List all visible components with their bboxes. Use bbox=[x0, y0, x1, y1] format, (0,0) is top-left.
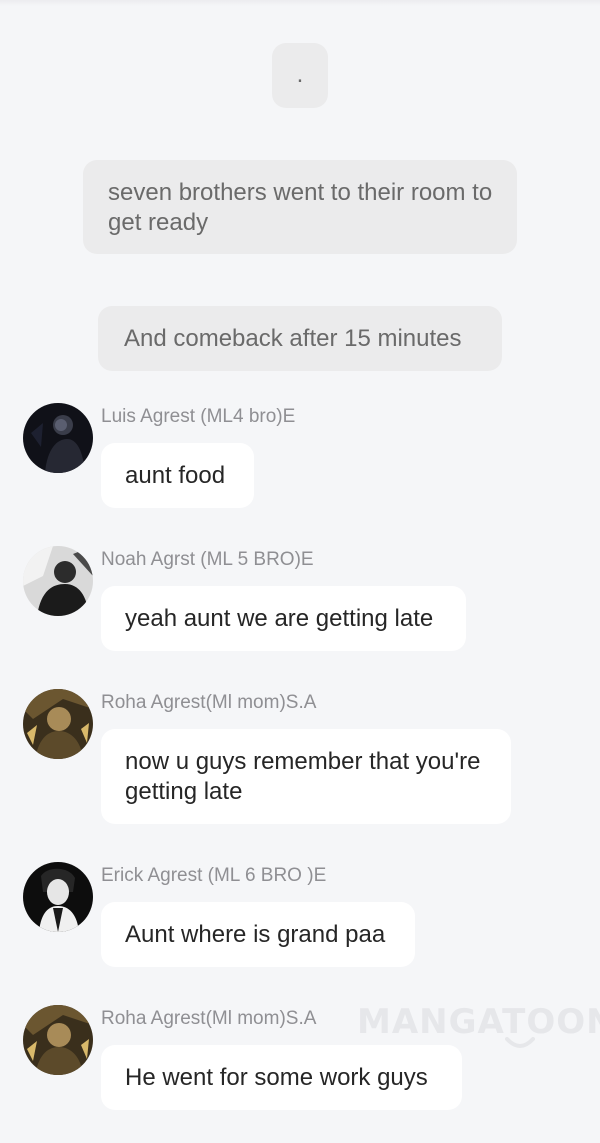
sender-name: Roha Agrest(Ml mom)S.A bbox=[101, 1008, 317, 1029]
message-bubble[interactable]: now u guys remember that you're getting … bbox=[101, 729, 511, 824]
message-bubble[interactable]: aunt food bbox=[101, 443, 254, 508]
message-text: Aunt where is grand paa bbox=[125, 921, 386, 948]
narration-bubble: . bbox=[272, 43, 328, 108]
top-status-strip bbox=[0, 0, 600, 6]
narration-text: seven brothers went to their room to get… bbox=[108, 179, 493, 236]
narration-bubble: seven brothers went to their room to get… bbox=[83, 160, 517, 254]
narration-text: . bbox=[296, 61, 304, 88]
message-text: yeah aunt we are getting late bbox=[125, 605, 434, 632]
monochrome-portrait-avatar-icon[interactable] bbox=[23, 546, 93, 616]
sender-name: Roha Agrest(Ml mom)S.A bbox=[101, 692, 317, 713]
watermark-smile-icon bbox=[505, 1037, 535, 1048]
message-bubble[interactable]: Aunt where is grand paa bbox=[101, 902, 415, 967]
narration-text: And comeback after 15 minutes bbox=[124, 325, 462, 352]
sender-name: Noah Agrst (ML 5 BRO)E bbox=[101, 549, 314, 570]
golden-portrait-avatar-icon[interactable] bbox=[23, 689, 93, 759]
message-text: now u guys remember that you're getting … bbox=[125, 748, 481, 805]
golden-portrait-avatar-icon[interactable] bbox=[23, 1005, 93, 1075]
message-bubble[interactable]: He went for some work guys bbox=[101, 1045, 462, 1110]
dark-portrait-avatar-icon[interactable] bbox=[23, 403, 93, 473]
sender-name: Luis Agrest (ML4 bro)E bbox=[101, 406, 296, 427]
bw-portrait-avatar-icon[interactable] bbox=[23, 862, 93, 932]
message-bubble[interactable]: yeah aunt we are getting late bbox=[101, 586, 466, 651]
message-text: He went for some work guys bbox=[125, 1064, 428, 1091]
narration-bubble: And comeback after 15 minutes bbox=[98, 306, 502, 371]
watermark-logo: MANGATOON bbox=[357, 1002, 600, 1042]
sender-name: Erick Agrest (ML 6 BRO )E bbox=[101, 865, 327, 886]
message-text: aunt food bbox=[125, 462, 226, 489]
